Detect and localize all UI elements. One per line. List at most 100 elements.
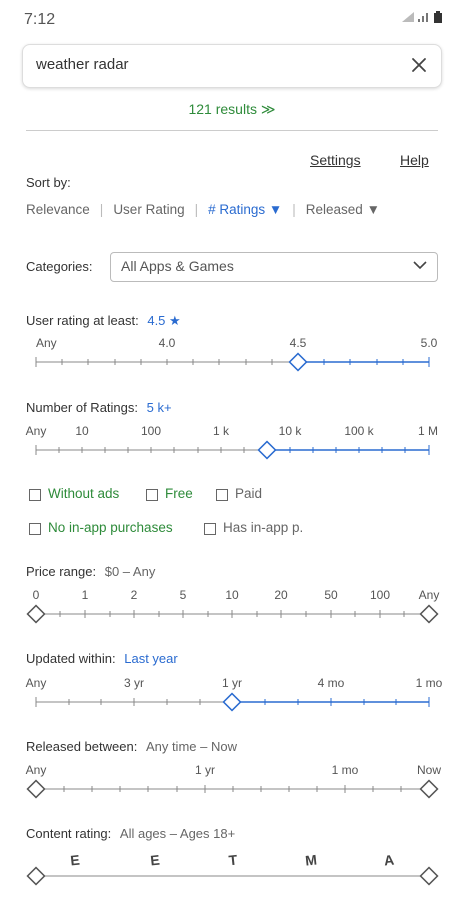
content-rating-title: Content rating: (26, 826, 112, 841)
separator: | (194, 202, 199, 217)
status-icons (402, 11, 442, 23)
signal-icon (418, 13, 428, 22)
close-icon[interactable] (408, 54, 430, 76)
slider-thumb-max[interactable] (419, 604, 439, 624)
status-bar (0, 0, 464, 40)
user-rating-title: User rating at least: (26, 313, 139, 328)
price-title: Price range: (26, 564, 97, 579)
released-title: Released between: (26, 739, 138, 754)
tick-label: Any (25, 676, 47, 690)
tick-label: Any (25, 424, 47, 438)
slider-thumb-max[interactable] (419, 779, 439, 799)
sort-released[interactable]: Released ▼ (306, 202, 380, 217)
price-slider[interactable] (0, 604, 464, 624)
content-rating-slider[interactable] (0, 866, 464, 886)
content-rating-value: All ages – Ages 18+ (119, 826, 236, 841)
tick-label: 100 k (344, 424, 374, 438)
paid-checkbox[interactable] (216, 489, 228, 501)
no-iap-label[interactable]: No in-app purchases (48, 520, 173, 535)
tick-label: 1 yr (194, 763, 216, 777)
paid-label[interactable]: Paid (235, 486, 262, 501)
battery-icon (434, 11, 442, 23)
without-ads-label[interactable]: Without ads (48, 486, 119, 501)
tick-label: 1 M (417, 424, 439, 438)
tick-label: Any (36, 336, 57, 350)
num-ratings-value: 5 k+ (146, 400, 172, 415)
released-label: Released between: Any time – Now (26, 739, 237, 754)
tick-label: Any (25, 763, 47, 777)
tick-label: 10 (225, 588, 239, 602)
released-tick-labels: Any 1 yr 1 mo Now (0, 763, 464, 777)
content-rating-label: Content rating: All ages – Ages 18+ (26, 826, 235, 841)
slider-thumb-min[interactable] (26, 604, 46, 624)
has-iap-checkbox[interactable] (204, 523, 216, 535)
status-time: 7:12 (24, 11, 56, 28)
tick-label: 1 (81, 588, 89, 602)
separator: | (292, 202, 296, 217)
num-ratings-label: Number of Ratings: 5 k+ (26, 400, 172, 415)
tick-label: Any (418, 588, 440, 602)
sort-num-ratings[interactable]: # Ratings ▼ (208, 202, 282, 217)
tick-label: 100 (369, 588, 391, 602)
tick-label: 4 mo (317, 676, 345, 690)
updated-slider[interactable] (0, 692, 464, 712)
tick-label: 20 (274, 588, 288, 602)
wifi-icon (402, 12, 414, 22)
tick-label: 1 mo (415, 676, 443, 690)
num-ratings-title: Number of Ratings: (26, 400, 138, 415)
num-ratings-tick-labels: Any 10 100 1 k 10 k 100 k 1 M (0, 424, 464, 438)
sort-relevance[interactable]: Relevance (26, 202, 90, 217)
slider-thumb[interactable] (257, 440, 277, 460)
released-value: Any time – Now (145, 739, 237, 754)
user-rating-label: User rating at least: 4.5 ★ (26, 313, 181, 329)
tick-label: 5.0 (420, 336, 438, 350)
tick-label: 1 yr (221, 676, 243, 690)
divider (26, 130, 438, 131)
no-iap-checkbox[interactable] (29, 523, 41, 535)
without-ads-checkbox[interactable] (29, 489, 41, 501)
settings-link[interactable]: Settings (310, 152, 361, 168)
num-ratings-slider[interactable] (0, 440, 464, 460)
sort-user-rating[interactable]: User Rating (113, 202, 184, 217)
tick-label: 0 (32, 588, 40, 602)
released-slider[interactable] (0, 779, 464, 799)
user-rating-value: 4.5 ★ (147, 313, 181, 328)
tick-label: 1 k (212, 424, 230, 438)
search-input[interactable]: weather radar (36, 56, 129, 73)
slider-thumb[interactable] (288, 352, 308, 372)
chevron-down-icon (413, 261, 427, 270)
results-count[interactable]: 121 results ≫ (0, 101, 464, 118)
sort-label: Sort by: (26, 175, 71, 190)
slider-thumb-min[interactable] (26, 866, 46, 886)
has-iap-label[interactable]: Has in-app p. (223, 520, 303, 535)
tick-label: 100 (140, 424, 162, 438)
updated-tick-labels: Any 3 yr 1 yr 4 mo 1 mo (0, 676, 464, 690)
user-rating-tick-labels: Any 4.0 4.5 5.0 (0, 336, 464, 350)
user-rating-slider[interactable] (0, 352, 464, 372)
updated-value: Last year (124, 651, 178, 666)
separator: | (99, 202, 104, 217)
tick-label: 5 (179, 588, 187, 602)
updated-label: Updated within: Last year (26, 651, 178, 666)
slider-thumb-max[interactable] (419, 866, 439, 886)
tick-label: 2 (130, 588, 138, 602)
help-link[interactable]: Help (400, 152, 429, 168)
free-label[interactable]: Free (165, 486, 193, 501)
sort-options: Relevance | User Rating | # Ratings ▼ | … (26, 202, 380, 217)
slider-thumb-min[interactable] (26, 779, 46, 799)
categories-label: Categories: (26, 259, 93, 274)
price-tick-labels: 0 1 2 5 10 20 50 100 Any (0, 588, 464, 602)
tick-label: 50 (324, 588, 338, 602)
price-value: $0 – Any (104, 564, 156, 579)
tick-label: 4.5 (289, 336, 307, 350)
tick-label: Now (416, 763, 442, 777)
slider-thumb[interactable] (222, 692, 242, 712)
free-checkbox[interactable] (146, 489, 158, 501)
tick-label: 1 mo (331, 763, 359, 777)
tick-label: 3 yr (123, 676, 145, 690)
tick-label: 10 (75, 424, 89, 438)
price-label: Price range: $0 – Any (26, 564, 155, 579)
updated-title: Updated within: (26, 651, 116, 666)
categories-selected: All Apps & Games (121, 258, 234, 274)
tick-label: 10 k (278, 424, 302, 438)
